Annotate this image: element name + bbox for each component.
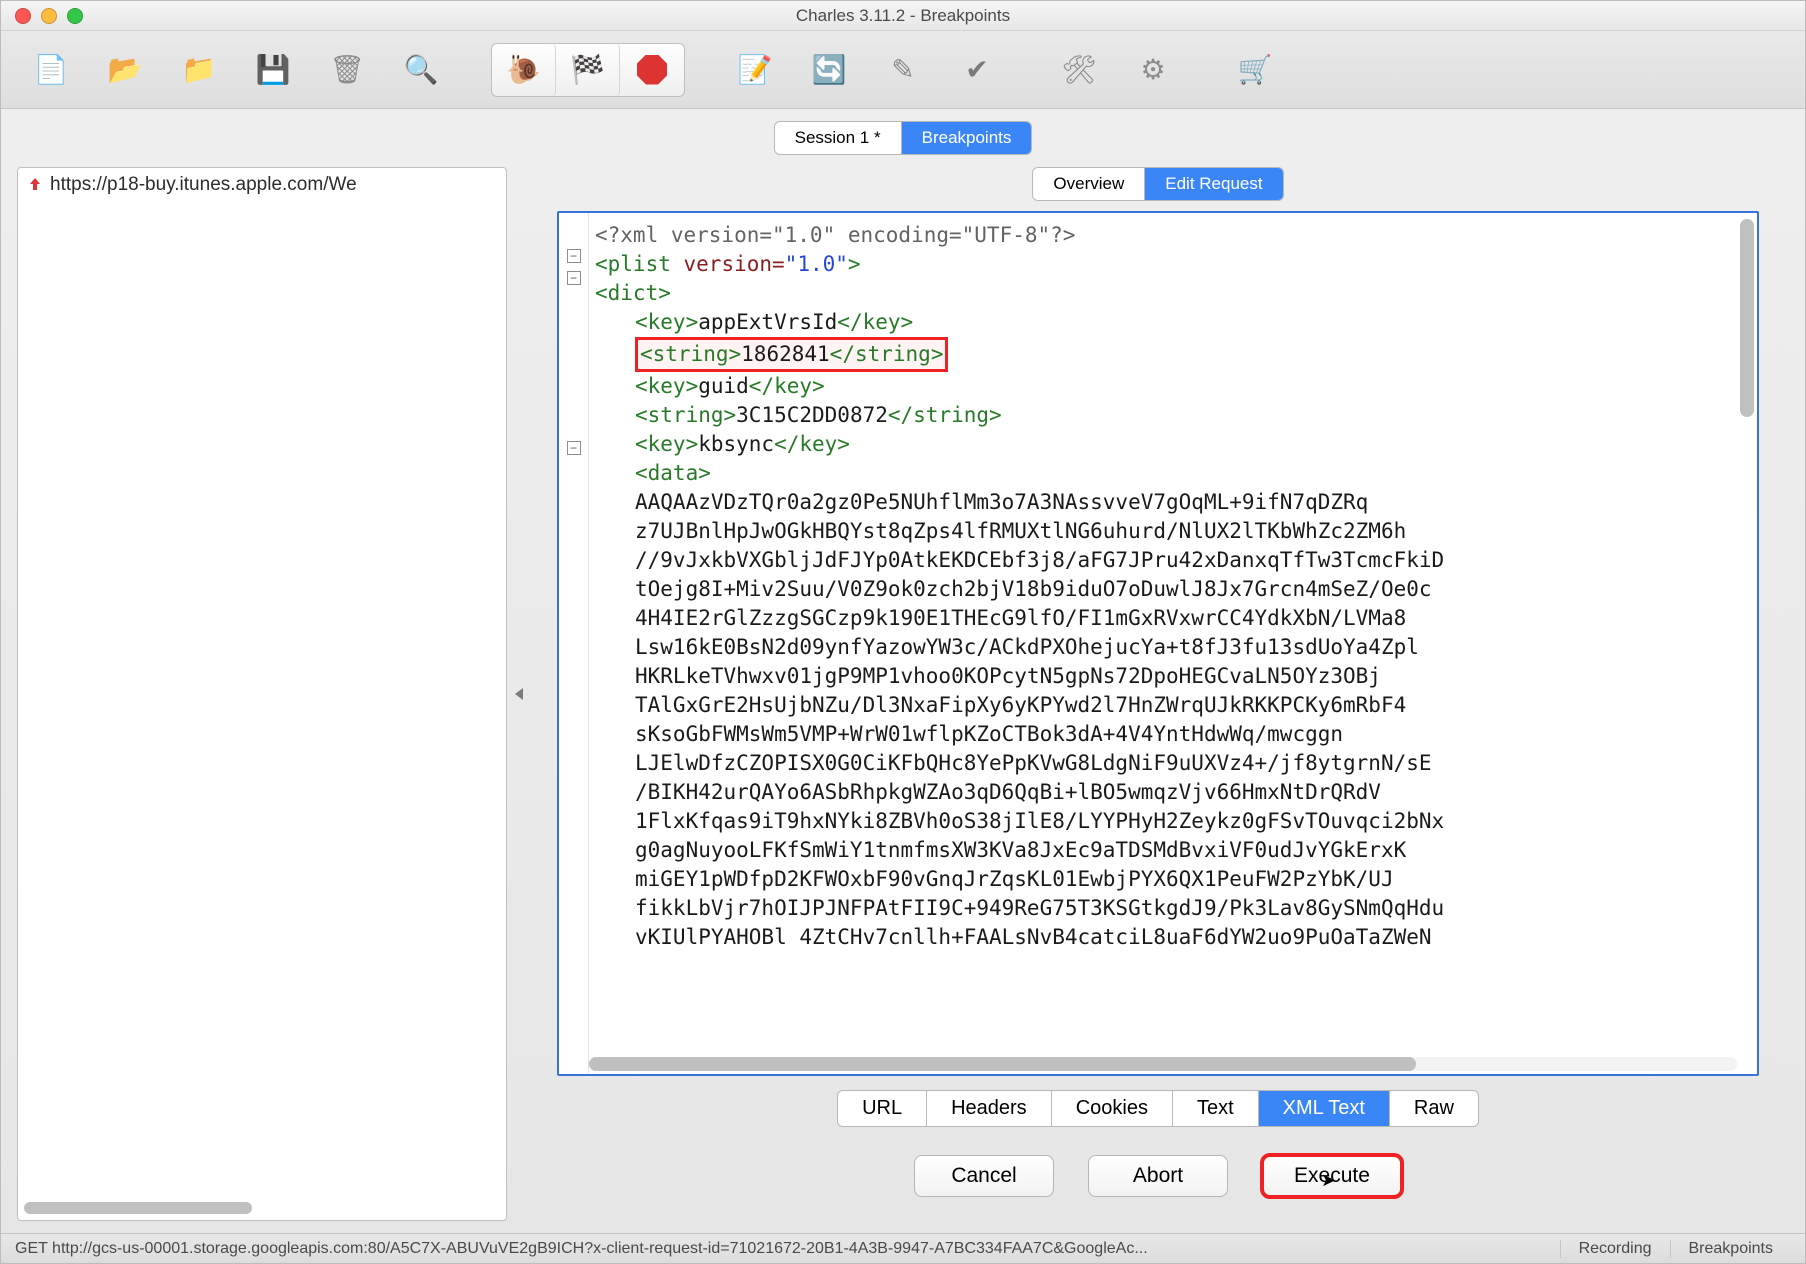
request-url: https://p18-buy.itunes.apple.com/We xyxy=(50,174,357,196)
open-button[interactable]: 📂 xyxy=(93,43,157,97)
stop-icon xyxy=(637,55,667,85)
fold-toggle[interactable]: − xyxy=(567,249,581,263)
main-toolbar: 📄 📂 📁 💾 🗑 🔍 🐌 🏁 📝 🔄 ✎ ✔ 🛠 ⚙ 🛒 xyxy=(1,31,1805,109)
edit-button[interactable]: ✎ xyxy=(871,43,935,97)
fold-toggle[interactable]: − xyxy=(567,271,581,285)
abort-button[interactable]: Abort xyxy=(1088,1155,1228,1197)
save-button[interactable]: 💾 xyxy=(241,43,305,97)
code-fold-gutter: − − − xyxy=(559,213,589,1074)
tab-overview[interactable]: Overview xyxy=(1033,168,1144,200)
content-area: Overview Edit Request − − − <?xml versio… xyxy=(527,167,1789,1221)
tab-raw[interactable]: Raw xyxy=(1389,1091,1478,1126)
request-list-sidebar: https://p18-buy.itunes.apple.com/We xyxy=(17,167,507,1221)
key-kbsync: kbsync xyxy=(698,432,774,456)
close-folder-button[interactable]: 📁 xyxy=(167,43,231,97)
data-line: /BIKH42urQAYo6ASbRhpkgWZAo3qD6QqBi+lBO5w… xyxy=(635,780,1381,804)
xml-declaration: <?xml version="1.0" encoding="UTF-8"?> xyxy=(595,223,1075,247)
tab-breakpoints[interactable]: Breakpoints xyxy=(901,122,1032,154)
request-view-tabs: Overview Edit Request xyxy=(527,167,1789,201)
session-tab-bar: Session 1 * Breakpoints xyxy=(1,109,1805,163)
highlighted-string-value: <string>1862841</string> xyxy=(635,337,948,372)
cart-button[interactable]: 🛒 xyxy=(1223,43,1287,97)
editor-horizontal-scrollbar[interactable] xyxy=(589,1057,1737,1071)
new-session-button[interactable]: 📄 xyxy=(19,43,83,97)
data-line: tOejg8I+Miv2Suu/V0Z9ok0zch2bjV18b9iduO7o… xyxy=(635,577,1432,601)
tab-xml-text[interactable]: XML Text xyxy=(1258,1091,1389,1126)
throttle-button[interactable]: 🐌 xyxy=(492,43,556,97)
refresh-button[interactable]: 🔄 xyxy=(797,43,861,97)
window-titlebar: Charles 3.11.2 - Breakpoints xyxy=(1,1,1805,31)
status-recording: Recording xyxy=(1560,1240,1670,1258)
tab-cookies[interactable]: Cookies xyxy=(1051,1091,1172,1126)
data-line: 4H4IE2rGlZzzgSGCzp9k190E1THEcG9lfO/FI1mG… xyxy=(635,606,1406,630)
tools-button[interactable]: 🛠 xyxy=(1047,43,1111,97)
data-line: sKsoGbFWMsWm5VMP+WrW01wflpKZoCTBok3dA+4V… xyxy=(635,722,1343,746)
compose-button[interactable]: 📝 xyxy=(723,43,787,97)
fold-toggle[interactable]: − xyxy=(567,441,581,455)
tab-session-1[interactable]: Session 1 * xyxy=(775,122,901,154)
data-line: miGEY1pWDfpD2KFWOxbF90vGnqJrZqsKL01EwbjP… xyxy=(635,867,1394,891)
editor-vertical-scrollbar[interactable] xyxy=(1740,219,1754,1046)
cancel-button[interactable]: Cancel xyxy=(914,1155,1054,1197)
key-guid: guid xyxy=(698,374,749,398)
body-view-tabs: URL Headers Cookies Text XML Text Raw xyxy=(527,1076,1789,1135)
settings-button[interactable]: ⚙ xyxy=(1121,43,1185,97)
data-line: g0agNuyooLFKfSmWiY1tnmfmsXW3KVa8JxEc9aTD… xyxy=(635,838,1406,862)
window-title: Charles 3.11.2 - Breakpoints xyxy=(1,6,1805,26)
data-line: TAlGxGrE2HsUjbNZu/Dl3NxaFipXy6yKPYwd2l7H… xyxy=(635,693,1406,717)
upload-icon xyxy=(26,176,44,194)
cursor-icon: ➤ xyxy=(1321,1170,1336,1191)
request-list-item[interactable]: https://p18-buy.itunes.apple.com/We xyxy=(18,168,506,202)
data-line: //9vJxkbVXGbljJdFJYp0AtkEKDCEbf3j8/aFG7J… xyxy=(635,548,1444,572)
validate-button[interactable]: ✔ xyxy=(945,43,1009,97)
tab-text[interactable]: Text xyxy=(1172,1091,1258,1126)
data-line: fikkLbVjr7hOIJPJNFPAtFII9C+949ReG75T3KSG… xyxy=(635,896,1444,920)
search-button[interactable]: 🔍 xyxy=(389,43,453,97)
key-appextvrsid: appExtVrsId xyxy=(698,310,837,334)
status-bar: GET http://gcs-us-00001.storage.googleap… xyxy=(1,1233,1805,1263)
tab-edit-request[interactable]: Edit Request xyxy=(1144,168,1282,200)
tab-headers[interactable]: Headers xyxy=(926,1091,1051,1126)
data-line: Lsw16kE0BsN2d09ynfYazowYW3c/ACkdPXOhejuc… xyxy=(635,635,1419,659)
sidebar-scrollbar[interactable] xyxy=(24,1202,500,1214)
execute-button[interactable]: Execute ➤ xyxy=(1262,1155,1402,1197)
data-line: HKRLkeTVhwxv01jgP9MP1vhoo0KOPcytN5gpNs72… xyxy=(635,664,1381,688)
flag-button[interactable]: 🏁 xyxy=(556,43,620,97)
data-line: LJElwDfzCZOPISX0G0CiKFbQHc8YePpKVwG8LdgN… xyxy=(635,751,1432,775)
xml-editor[interactable]: − − − <?xml version="1.0" encoding="UTF-… xyxy=(557,211,1759,1076)
data-line: vKIUlPYAHOBl 4ZtCHv7cnllh+FAALsNvB4catci… xyxy=(635,925,1432,949)
stop-button[interactable] xyxy=(620,43,684,97)
recording-group: 🐌 🏁 xyxy=(491,43,685,97)
xml-code-view[interactable]: <?xml version="1.0" encoding="UTF-8"?> <… xyxy=(589,213,1757,1074)
breakpoint-actions: Cancel Abort Execute ➤ xyxy=(527,1135,1789,1221)
data-line: AAQAAzVDzTQr0a2gz0Pe5NUhflMm3o7A3NAssvve… xyxy=(635,490,1368,514)
data-line: z7UJBnlHpJwOGkHBQYst8qZps4lfRMUXtlNG6uhu… xyxy=(635,519,1406,543)
value-guid: 3C15C2DD0872 xyxy=(736,403,888,427)
status-breakpoints: Breakpoints xyxy=(1670,1240,1792,1258)
collapse-sidebar-handle[interactable] xyxy=(515,688,523,700)
status-message: GET http://gcs-us-00001.storage.googleap… xyxy=(15,1240,1560,1258)
trash-button[interactable]: 🗑 xyxy=(315,43,379,97)
tab-url[interactable]: URL xyxy=(838,1091,926,1126)
data-line: 1FlxKfqas9iT9hxNYki8ZBVh0oS38jIlE8/LYYPH… xyxy=(635,809,1444,833)
